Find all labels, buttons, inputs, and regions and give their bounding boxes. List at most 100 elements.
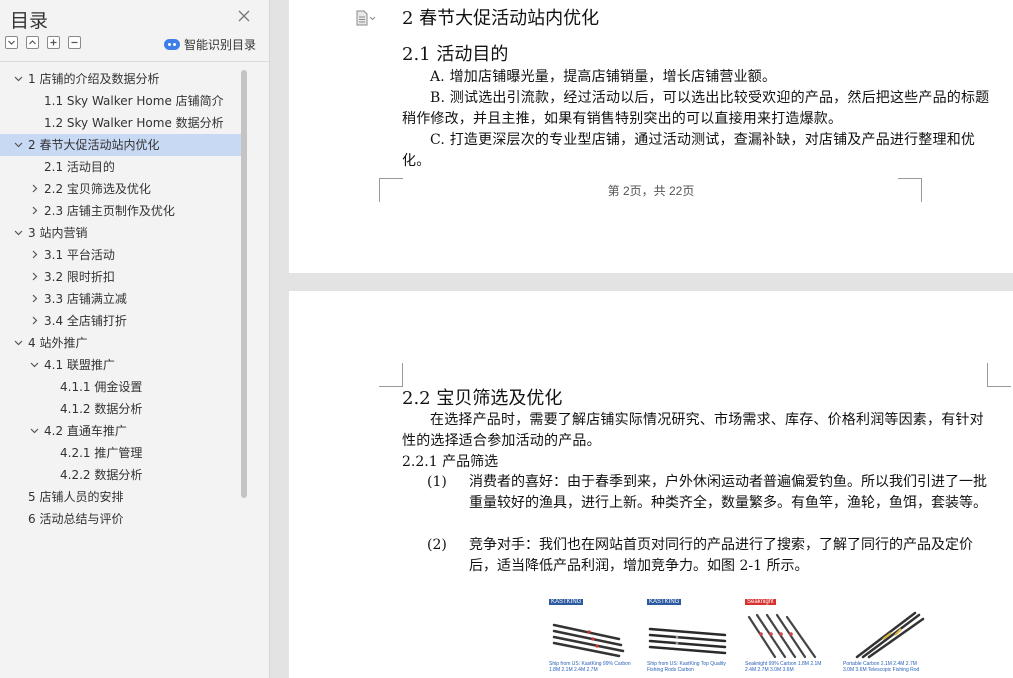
chevron-right-icon[interactable] [28,204,41,217]
toc-item-label: 4.1 联盟推广 [44,358,115,372]
fishing-rod-image [552,623,625,658]
document-area: 2 春节大促活动站内优化 2.1 活动目的 A. 增加店铺曝光量，提高店铺销量，… [271,0,1013,678]
fishing-rod-image [648,627,727,655]
chevron-down-icon[interactable] [12,336,25,349]
expand-all-icon[interactable] [5,36,18,49]
brand-label: KASTKING [647,599,682,605]
toc-item[interactable]: 3.2 限时折扣 [0,266,242,288]
toc-item[interactable]: 4 站外推广 [0,332,242,354]
toc-item-label: 1.1 Sky Walker Home 店铺简介 [44,94,224,108]
add-heading-icon[interactable] [47,36,60,49]
chevron-down-icon[interactable] [12,72,25,85]
chevron-right-icon[interactable] [28,248,41,261]
toc-item[interactable]: 4.1.1 佣金设置 [0,376,242,398]
fishing-rod-image [855,611,925,659]
paragraph-intro: 在选择产品时，需要了解店铺实际情况研究、市场需求、库存、价格利润等因素，有针对性… [402,412,984,449]
paragraph-c: C. 打造更深层次的专业型店铺，通过活动测试，查漏补缺，对店铺及产品进行整理和优… [402,132,976,169]
heading-2-2: 2.2 宝贝筛选及优化 [402,388,563,409]
list-text: 消费者的喜好：由于春季到来，户外休闲运动者普遍偏爱钓鱼。所以我们引进了一批重量较… [469,474,987,511]
list-item: (2) 竞争对手：我们也在网站首页对同行的产品进行了搜索，了解了同行的产品及定价… [427,535,992,577]
toc-toolbar [5,36,81,52]
chevron-right-icon[interactable] [28,314,41,327]
crop-mark [987,363,1011,387]
smart-toc-label: 智能识别目录 [184,38,257,52]
list-item: (1) 消费者的喜好：由于春季到来，户外休闲运动者普遍偏爱钓鱼。所以我们引进了一… [427,472,992,514]
divider [0,61,269,62]
document-icon[interactable] [355,10,377,26]
toc-item-label: 4.1.2 数据分析 [60,402,143,416]
chevron-right-icon[interactable] [28,182,41,195]
chevron-down-icon[interactable] [12,226,25,239]
product-caption: Seaknight 99% Carbon 1.8M 2.1M 2.4M 2.7M… [745,661,822,673]
toc-item[interactable]: 4.2.1 推广管理 [0,442,242,464]
toc-item[interactable]: 3.4 全店铺打折 [0,310,242,332]
chevron-down-icon[interactable] [12,138,25,151]
toc-item-label: 2.3 店铺主页制作及优化 [44,204,175,218]
toc-item-label: 4.2.1 推广管理 [60,446,143,460]
product-image-row: KASTKING Ship from US: KastKing 99% Carb… [549,588,929,678]
toc-item[interactable]: 4.2.2 数据分析 [0,464,242,486]
paragraph-b: B. 测试选出引流款，经过活动以后，可以选出比较受欢迎的产品，然后把这些产品的标… [402,90,990,127]
toc-item-label: 2.2 宝贝筛选及优化 [44,182,151,196]
brand-label: KASTKING [549,599,584,605]
toc-item-label: 2.1 活动目的 [44,160,115,174]
chevron-right-icon[interactable] [28,292,41,305]
sidebar-title: 目录 [10,10,49,32]
page-2: 2 春节大促活动站内优化 2.1 活动目的 A. 增加店铺曝光量，提高店铺销量，… [289,0,1013,273]
toc-item[interactable]: 2.2 宝贝筛选及优化 [0,178,242,200]
collapse-all-icon[interactable] [26,36,39,49]
smart-toc-icon [164,39,180,50]
toc-item[interactable]: 1.1 Sky Walker Home 店铺简介 [0,90,242,112]
toc-item-label: 4.1.1 佣金设置 [60,380,143,394]
fishing-rod-image [747,613,817,659]
toc-item-label: 1 店铺的介绍及数据分析 [28,72,160,86]
toc-item-label: 4 站外推广 [28,336,88,350]
toc-item-label: 3 站内营销 [28,226,88,240]
remove-heading-icon[interactable] [68,36,81,49]
toc-item[interactable]: 1 店铺的介绍及数据分析 [0,68,242,90]
product-caption: Ship from US: KastKing 99% Carbon 1.8M 2… [549,661,631,673]
toc-item-label: 5 店铺人员的安排 [28,490,124,504]
chevron-down-icon[interactable] [28,358,41,371]
toc-item[interactable]: 4.1 联盟推广 [0,354,242,376]
chevron-down-icon[interactable] [28,424,41,437]
heading-2-2-1: 2.2.1 产品筛选 [402,454,499,470]
product-thumbnail: Seaknight Seaknight 99% Carbon 1.8M 2.1M… [745,588,827,678]
chevron-right-icon[interactable] [28,270,41,283]
toc-item[interactable]: 4.2 直通车推广 [0,420,242,442]
product-thumbnail: KASTKING Ship from US: KastKing Top Qual… [647,588,729,678]
product-caption: Ship from US: KastKing Top Quality Fishi… [647,661,726,673]
toc-item[interactable]: 2.1 活动目的 [0,156,242,178]
list-text: 竞争对手：我们也在网站首页对同行的产品进行了搜索，了解了同行的产品及定价后，适当… [469,537,973,574]
toc-item-label: 4.2 直通车推广 [44,424,127,438]
toc-item[interactable]: 5 店铺人员的安排 [0,486,242,508]
page-3: 2.2 宝贝筛选及优化 在选择产品时，需要了解店铺实际情况研究、市场需求、库存、… [289,291,1013,678]
toc-item[interactable]: 1.2 Sky Walker Home 数据分析 [0,112,242,134]
toc-item-label: 3.1 平台活动 [44,248,115,262]
list-number: (2) [427,537,447,553]
product-thumbnail: KASTKING Ship from US: KastKing 99% Carb… [549,588,631,678]
crop-mark [379,363,403,387]
toc-item-label: 4.2.2 数据分析 [60,468,143,482]
product-thumbnail: Portable Carbon 2.1M 2.4M 2.7M 3.0M 3.6M… [843,588,925,678]
toc-item[interactable]: 3 站内营销 [0,222,242,244]
toc-sidebar: 目录 智能识别目录 1 店铺的介绍及数据分析 1.1 Sky Walker Hom… [0,0,270,678]
brand-label: Seaknight [745,599,776,605]
toc-item-label: 3.3 店铺满立减 [44,292,127,306]
product-caption: Portable Carbon 2.1M 2.4M 2.7M 3.0M 3.6M… [843,661,920,673]
toc-item[interactable]: 2.3 店铺主页制作及优化 [0,200,242,222]
page-footer: 第 2页，共 22页 [607,184,695,198]
list-number: (1) [427,474,447,490]
close-icon[interactable] [236,8,252,24]
toc-item-label: 2 春节大促活动站内优化 [28,138,160,152]
toc-item[interactable]: 4.1.2 数据分析 [0,398,242,420]
toc-item[interactable]: 3.3 店铺满立减 [0,288,242,310]
toc-item[interactable]: 3.1 平台活动 [0,244,242,266]
heading-2: 2 春节大促活动站内优化 [402,8,600,29]
toc-item[interactable]: 2 春节大促活动站内优化 [0,134,242,156]
toc-item[interactable]: 6 活动总结与评价 [0,508,242,530]
toc-tree: 1 店铺的介绍及数据分析 1.1 Sky Walker Home 店铺简介 1.2 … [0,68,242,530]
toc-scrollbar[interactable] [241,70,247,498]
smart-toc-button[interactable]: 智能识别目录 [164,36,256,53]
paragraph-a: A. 增加店铺曝光量，提高店铺销量，增长店铺营业额。 [430,69,777,85]
